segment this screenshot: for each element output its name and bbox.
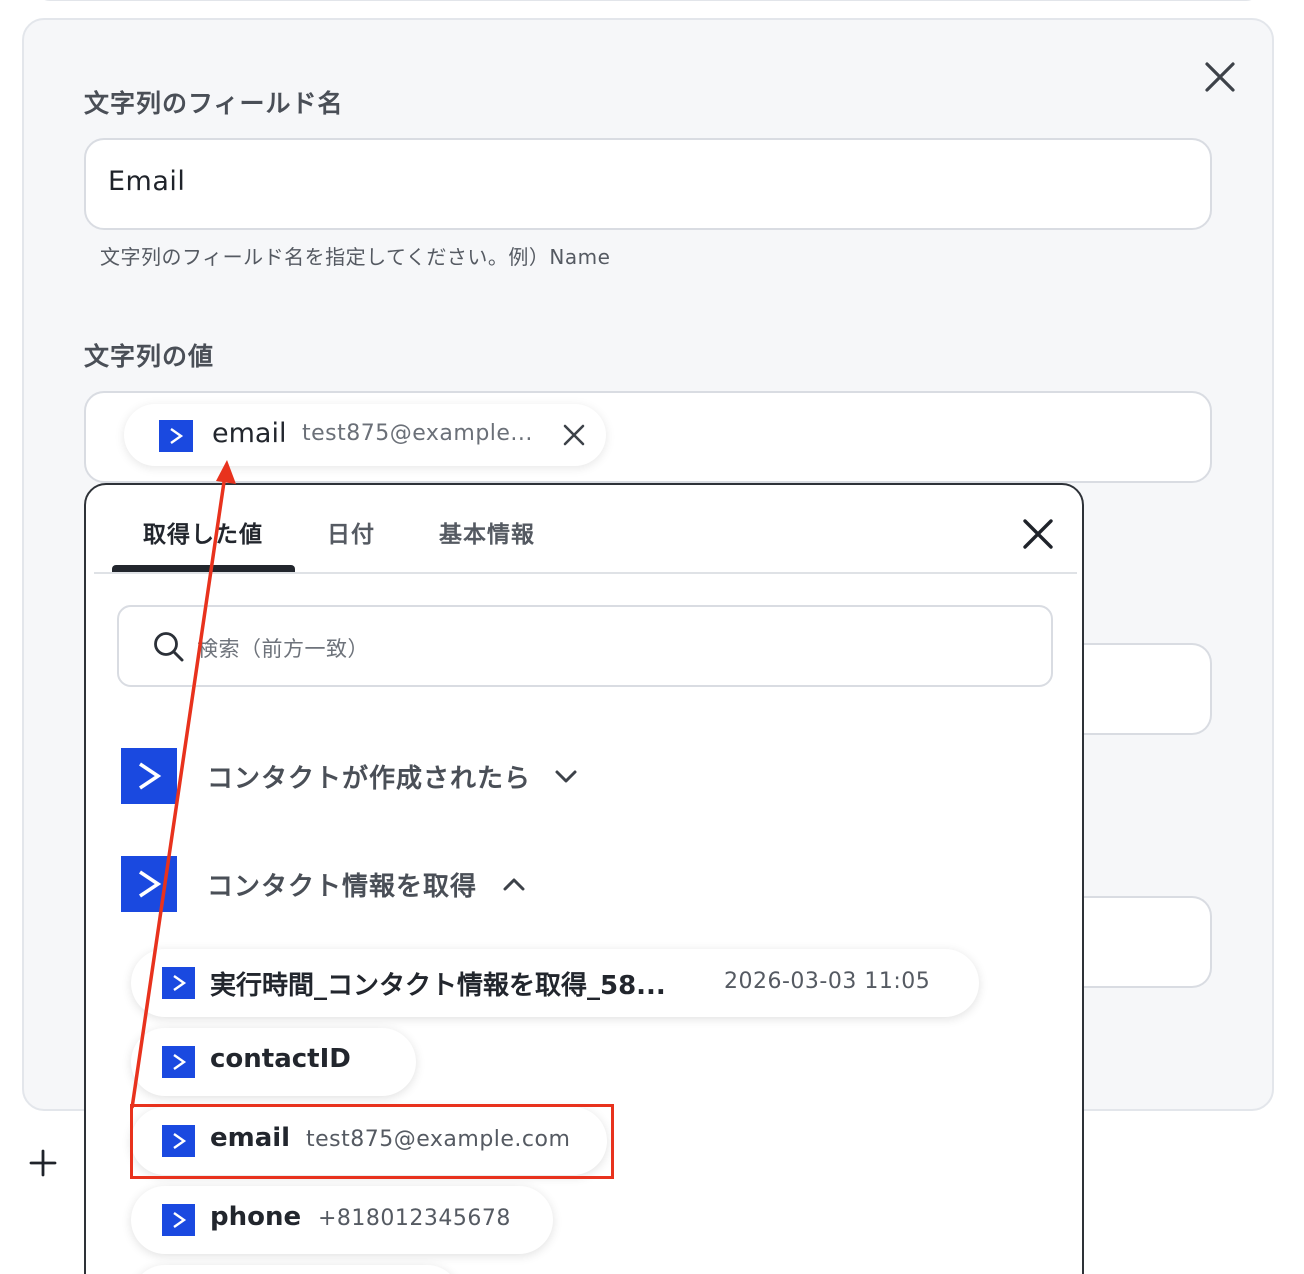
search-input[interactable]: 検索（前方一致） <box>117 605 1053 687</box>
activecampaign-icon <box>162 1046 195 1078</box>
list-item-email[interactable]: email test875@example.com <box>131 1107 607 1175</box>
item-value: +818012345678 <box>318 1206 511 1231</box>
tab-acquired-values[interactable]: 取得した値 <box>143 515 263 549</box>
plus-icon[interactable] <box>28 1148 58 1178</box>
section-contact-created[interactable]: コンタクトが作成されたら <box>121 748 641 806</box>
panel-close-icon[interactable] <box>1198 55 1242 99</box>
tab-date[interactable]: 日付 <box>327 515 375 549</box>
section-label: コンタクトが作成されたら <box>207 764 532 794</box>
chip-key: email <box>212 418 287 449</box>
dropdown-close-icon[interactable] <box>1016 512 1060 556</box>
list-item[interactable] <box>131 1265 461 1274</box>
search-icon <box>154 632 184 662</box>
tab-basic-info[interactable]: 基本情報 <box>439 515 535 549</box>
item-key: 実行時間_コンタクト情報を取得_58... <box>210 971 666 1001</box>
item-key: email <box>210 1123 291 1153</box>
name-field-label: 文字列のフィールド名 <box>84 89 344 118</box>
item-value: test875@example.com <box>306 1127 571 1152</box>
item-key: phone <box>210 1202 302 1232</box>
item-key: contactID <box>210 1044 351 1074</box>
search-placeholder: 検索（前方一致） <box>197 637 369 661</box>
value-field-label: 文字列の値 <box>84 342 215 371</box>
chevron-down-icon <box>555 770 577 783</box>
chip-value: test875@example... <box>302 421 533 446</box>
tab-divider <box>94 572 1077 574</box>
list-item-execution-time[interactable]: 実行時間_コンタクト情報を取得_58... 2026-03-03 11:05 <box>131 949 979 1017</box>
section-get-contact-info[interactable]: コンタクト情報を取得 <box>121 856 641 914</box>
chip-remove-icon[interactable] <box>560 421 588 449</box>
activecampaign-icon <box>162 1125 195 1157</box>
section-label: コンタクト情報を取得 <box>207 872 478 902</box>
value-picker-dropdown: 取得した値 日付 基本情報 検索（前方一致） コンタクトが作成されたら コンタク… <box>84 483 1084 1274</box>
previous-card-edge <box>34 0 1262 1</box>
name-field-input[interactable]: Email <box>84 138 1212 230</box>
selected-value-chip[interactable]: email test875@example... <box>124 404 606 466</box>
item-value: 2026-03-03 11:05 <box>724 969 931 994</box>
activecampaign-icon <box>121 748 177 804</box>
chevron-up-icon <box>503 878 525 891</box>
list-item-phone[interactable]: phone +818012345678 <box>131 1186 553 1254</box>
list-item-contact-id[interactable]: contactID <box>131 1028 416 1096</box>
name-field-helper: 文字列のフィールド名を指定してください。例）Name <box>100 245 611 269</box>
activecampaign-icon <box>162 967 195 999</box>
activecampaign-icon <box>159 420 193 452</box>
activecampaign-icon <box>121 856 177 912</box>
activecampaign-icon <box>162 1204 195 1236</box>
